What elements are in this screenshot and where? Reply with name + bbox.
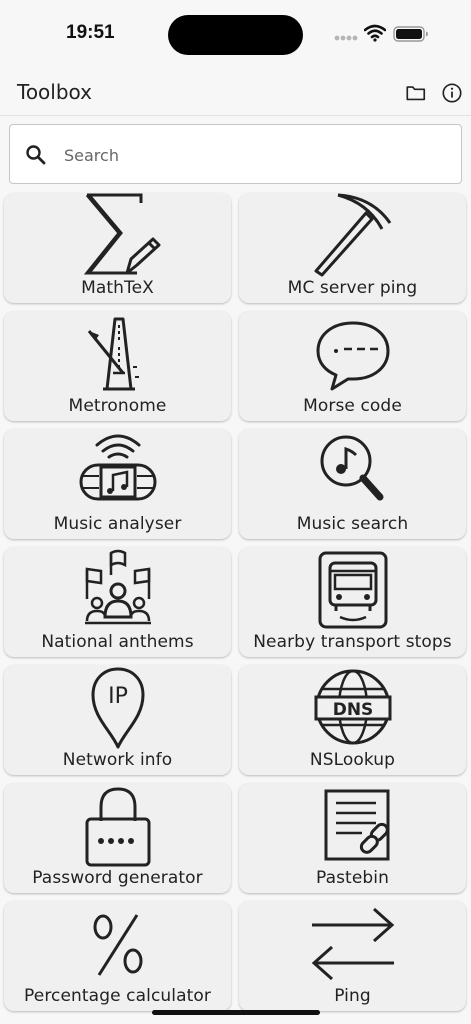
people-flags-icon: [84, 549, 151, 625]
percent-icon: [93, 914, 142, 976]
tool-label: Music search: [296, 514, 409, 534]
bus-stop-icon: [318, 551, 387, 629]
status-time: 19:51: [66, 22, 115, 43]
search-input[interactable]: [64, 139, 444, 171]
battery-icon: [393, 26, 428, 42]
app-title: Toolbox: [17, 80, 92, 104]
home-indicator[interactable]: [152, 1010, 320, 1015]
tool-tile-network-info[interactable]: IP Network info: [4, 665, 231, 775]
cellular-signal-icon: [334, 35, 358, 41]
tool-label: Music analyser: [53, 514, 182, 534]
tool-tile-password-generator[interactable]: Password generator: [4, 783, 231, 893]
search-icon: [26, 145, 46, 165]
document-link-icon: [324, 789, 389, 861]
tool-tile-mathtex[interactable]: MathTeX: [4, 193, 231, 303]
pickaxe-icon: [314, 193, 391, 277]
tool-tile-ping[interactable]: Ping: [239, 901, 466, 1011]
sigma-pencil-icon: [83, 193, 160, 275]
tool-label: NSLookup: [309, 750, 396, 770]
metronome-icon: [87, 317, 139, 391]
music-magnifier-icon: [320, 435, 383, 501]
status-bar: 19:51: [0, 0, 471, 70]
tool-label: MathTeX: [81, 278, 154, 298]
tool-label: Network info: [62, 750, 173, 770]
tool-tile-morse-code[interactable]: Morse code: [239, 311, 466, 421]
arrows-exchange-icon: [311, 907, 394, 981]
tool-tile-percentage-calculator[interactable]: Percentage calculator: [4, 901, 231, 1011]
app-bar: Toolbox: [0, 70, 471, 116]
tool-label: Password generator: [32, 868, 203, 888]
wifi-icon: [364, 24, 386, 42]
tool-tile-nslookup[interactable]: DNS NSLookup: [239, 665, 466, 775]
tool-label: Morse code: [303, 396, 402, 416]
tool-label: National anthems: [41, 632, 194, 652]
radio-music-icon: [79, 434, 156, 501]
info-icon[interactable]: [441, 82, 463, 104]
tool-tile-metronome[interactable]: Metronome: [4, 311, 231, 421]
tool-tile-music-analyser[interactable]: Music analyser: [4, 429, 231, 539]
tool-label: Metronome: [68, 396, 167, 416]
svg-text:IP: IP: [108, 684, 128, 709]
tool-label: MC server ping: [287, 278, 418, 298]
svg-text:DNS: DNS: [332, 700, 373, 720]
tool-label: Ping: [334, 986, 371, 1006]
search-box[interactable]: [9, 124, 462, 184]
dns-globe-icon: DNS: [314, 669, 391, 745]
tool-tile-nearby-transport-stops[interactable]: Nearby transport stops: [239, 547, 466, 657]
dynamic-island: [168, 15, 303, 55]
tool-label: Pastebin: [316, 868, 389, 888]
tool-label: Percentage calculator: [24, 986, 211, 1006]
tool-label: Nearby transport stops: [253, 632, 452, 652]
tool-tile-music-search[interactable]: Music search: [239, 429, 466, 539]
folder-icon[interactable]: [405, 82, 427, 104]
speech-bubble-morse-icon: [316, 321, 389, 391]
ip-pin-icon: IP: [91, 667, 144, 749]
padlock-icon: [85, 787, 150, 867]
tool-tile-pastebin[interactable]: Pastebin: [239, 783, 466, 893]
tool-tile-national-anthems[interactable]: National anthems: [4, 547, 231, 657]
tool-tile-mc-server-ping[interactable]: MC server ping: [239, 193, 466, 303]
